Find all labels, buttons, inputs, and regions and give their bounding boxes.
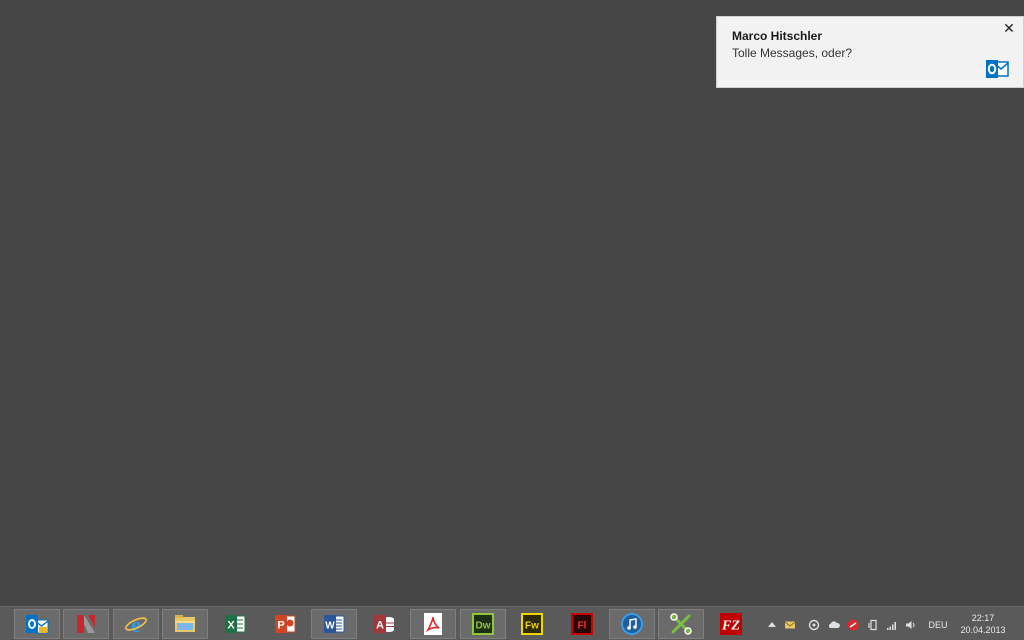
flash-icon: Fl: [570, 612, 594, 636]
cloud-icon[interactable]: [827, 619, 841, 631]
taskbar-app-dreamweaver[interactable]: Dw: [460, 609, 506, 639]
svg-text:Dw: Dw: [476, 621, 491, 632]
taskbar-app-itunes[interactable]: [609, 609, 655, 639]
internet-explorer-icon: e: [124, 612, 148, 636]
volume-icon[interactable]: [904, 619, 918, 631]
device-icon[interactable]: [866, 619, 880, 631]
clock[interactable]: 22:17 20.04.2013: [955, 612, 1011, 636]
red-app-icon[interactable]: [846, 619, 860, 631]
taskbar-app-file-explorer[interactable]: [162, 609, 208, 639]
svg-text:P: P: [277, 620, 284, 632]
desktop-background: [0, 0, 1024, 606]
folder-icon: [173, 612, 197, 636]
taskbar-app-powerpoint[interactable]: P: [262, 609, 308, 639]
clock-time: 22:17: [971, 613, 995, 623]
svg-text:W: W: [325, 621, 335, 632]
outlook-icon: [985, 57, 1009, 81]
svg-text:A: A: [376, 620, 384, 632]
sync-icon[interactable]: [807, 619, 821, 631]
close-icon[interactable]: ✕: [1001, 21, 1017, 37]
taskbar-app-filezilla[interactable]: FZ: [708, 609, 754, 639]
acrobat-icon: [421, 612, 445, 636]
toast-notification[interactable]: Marco Hitschler Tolle Messages, oder? ✕: [716, 16, 1024, 88]
powerpoint-icon: P: [273, 612, 297, 636]
fireworks-icon: Fw: [520, 612, 544, 636]
taskbar-app-internet-explorer[interactable]: e: [113, 609, 159, 639]
notification-title: Marco Hitschler: [732, 29, 823, 43]
mail-icon[interactable]: [783, 619, 797, 631]
taskbar-app-access[interactable]: A: [361, 609, 407, 639]
taskbar-app-word[interactable]: W: [311, 609, 357, 639]
access-icon: A: [372, 612, 396, 636]
input-language[interactable]: DEU: [924, 620, 952, 630]
clock-date: 20.04.2013: [960, 625, 1006, 635]
svg-text:FZ: FZ: [721, 619, 740, 634]
excel-icon: X: [223, 612, 247, 636]
red-ribbon-icon: [74, 612, 98, 636]
itunes-icon: [620, 612, 644, 636]
taskbar-app-acrobat[interactable]: [410, 609, 456, 639]
dreamweaver-icon: Dw: [471, 612, 495, 636]
svg-text:X: X: [227, 620, 235, 632]
svg-text:Fl: Fl: [578, 621, 587, 632]
taskbar-app-flash[interactable]: Fl: [559, 609, 605, 639]
taskbar-app-outlook[interactable]: [14, 609, 60, 639]
taskbar-app-tool[interactable]: [658, 609, 704, 639]
outlook-icon: [25, 612, 49, 636]
show-hidden-icons-icon[interactable]: [765, 619, 779, 631]
tools-icon: [669, 612, 693, 636]
taskbar-app-red-ribbon[interactable]: [63, 609, 109, 639]
notification-message: Tolle Messages, oder?: [732, 46, 853, 60]
svg-text:e: e: [131, 612, 141, 636]
filezilla-icon: FZ: [719, 612, 743, 636]
taskbar-app-excel[interactable]: X: [212, 609, 258, 639]
signal-icon[interactable]: [885, 619, 899, 631]
svg-text:Fw: Fw: [525, 621, 539, 632]
taskbar-app-fireworks[interactable]: Fw: [509, 609, 555, 639]
taskbar: e X P W A Dw Fw Fl FZ DEU 22:17 20.04.20…: [0, 606, 1024, 640]
word-icon: W: [322, 612, 346, 636]
